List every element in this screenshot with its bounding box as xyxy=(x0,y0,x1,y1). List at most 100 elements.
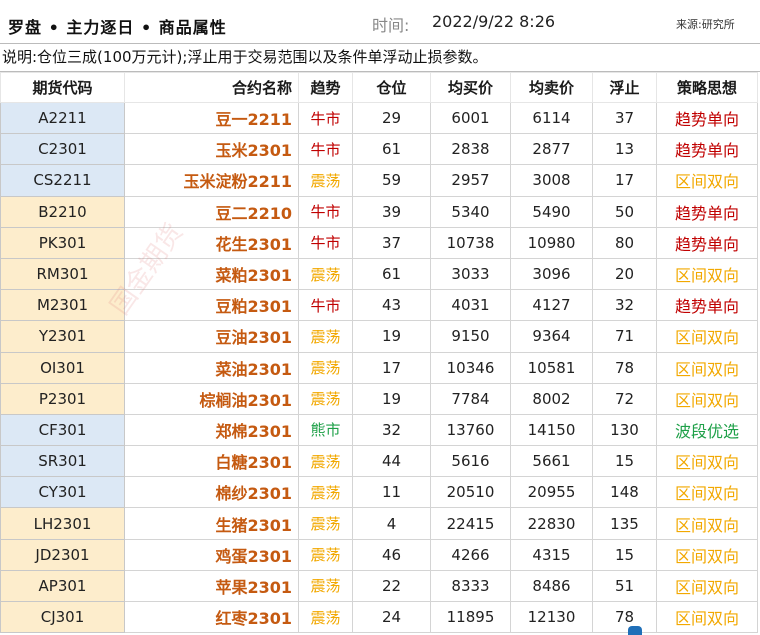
strategy-cell: 趋势单向 xyxy=(656,195,758,228)
col-header-code: 期货代码 xyxy=(0,72,125,103)
avg-buy-cell: 10346 xyxy=(430,351,511,384)
float-stop-cell: 13 xyxy=(592,133,657,166)
avg-buy-cell: 3033 xyxy=(430,257,511,291)
futures-table: 期货代码 合约名称 趋势 仓位 均买价 均卖价 浮止 策略思想 A2211 豆一2… xyxy=(0,72,758,634)
avg-sell-cell: 10581 xyxy=(510,351,593,384)
trend-cell: 震荡 xyxy=(298,476,353,509)
position-cell: 61 xyxy=(352,257,431,291)
table-row: PK301 花生2301 牛市 37 10738 10980 80 趋势单向 xyxy=(0,226,758,259)
trend-cell: 震荡 xyxy=(298,569,353,603)
avg-buy-cell: 6001 xyxy=(430,101,511,135)
contract-name-cell: 豆一2211 xyxy=(124,101,299,135)
contract-name-cell: 白糖2301 xyxy=(124,445,299,478)
trend-cell: 震荡 xyxy=(298,382,353,415)
position-cell: 4 xyxy=(352,507,431,540)
code-cell: CS2211 xyxy=(0,164,125,197)
avg-sell-cell: 14150 xyxy=(510,413,593,447)
avg-buy-cell: 9150 xyxy=(430,320,511,353)
col-header-strategy: 策略思想 xyxy=(656,72,758,103)
avg-sell-cell: 12130 xyxy=(510,600,593,634)
avg-buy-cell: 2957 xyxy=(430,164,511,197)
col-header-float-stop: 浮止 xyxy=(592,72,657,103)
position-cell: 39 xyxy=(352,195,431,228)
code-cell: Y2301 xyxy=(0,320,125,353)
trend-cell: 牛市 xyxy=(298,195,353,228)
avg-sell-cell: 10980 xyxy=(510,226,593,259)
position-cell: 24 xyxy=(352,600,431,634)
float-stop-cell: 15 xyxy=(592,445,657,478)
sheet-header: 罗盘 • 主力逐日 • 商品属性 时间: 2022/9/22 8:26 来源:研… xyxy=(0,0,760,44)
contract-name-cell: 菜粕2301 xyxy=(124,257,299,291)
table-row: Y2301 豆油2301 震荡 19 9150 9364 71 区间双向 xyxy=(0,320,758,353)
table-row: JD2301 鸡蛋2301 震荡 46 4266 4315 15 区间双向 xyxy=(0,538,758,571)
trend-cell: 牛市 xyxy=(298,289,353,322)
code-cell: PK301 xyxy=(0,226,125,259)
float-stop-cell: 20 xyxy=(592,257,657,291)
header-divider xyxy=(0,43,760,44)
code-cell: B2210 xyxy=(0,195,125,228)
code-cell: AP301 xyxy=(0,569,125,603)
source-label: 来源:研究所 xyxy=(676,18,735,31)
table-row: P2301 棕榈油2301 震荡 19 7784 8002 72 区间双向 xyxy=(0,382,758,415)
contract-name-cell: 豆二2210 xyxy=(124,195,299,228)
position-cell: 37 xyxy=(352,226,431,259)
avg-sell-cell: 5661 xyxy=(510,445,593,478)
float-stop-cell: 17 xyxy=(592,164,657,197)
table-header-row: 期货代码 合约名称 趋势 仓位 均买价 均卖价 浮止 策略思想 xyxy=(0,72,758,103)
avg-buy-cell: 11895 xyxy=(430,600,511,634)
position-cell: 61 xyxy=(352,133,431,166)
avg-sell-cell: 6114 xyxy=(510,101,593,135)
contract-name-cell: 豆油2301 xyxy=(124,320,299,353)
trend-cell: 震荡 xyxy=(298,538,353,571)
strategy-cell: 区间双向 xyxy=(656,538,758,571)
float-stop-cell: 130 xyxy=(592,413,657,447)
avg-buy-cell: 20510 xyxy=(430,476,511,509)
table-row: OI301 菜油2301 震荡 17 10346 10581 78 区间双向 xyxy=(0,351,758,384)
strategy-cell: 区间双向 xyxy=(656,507,758,540)
position-cell: 46 xyxy=(352,538,431,571)
avg-buy-cell: 5340 xyxy=(430,195,511,228)
position-cell: 19 xyxy=(352,382,431,415)
avg-sell-cell: 20955 xyxy=(510,476,593,509)
strategy-cell: 区间双向 xyxy=(656,382,758,415)
strategy-cell: 趋势单向 xyxy=(656,289,758,322)
table-row: AP301 苹果2301 震荡 22 8333 8486 51 区间双向 xyxy=(0,569,758,603)
strategy-cell: 区间双向 xyxy=(656,600,758,634)
position-cell: 17 xyxy=(352,351,431,384)
time-value: 2022/9/22 8:26 xyxy=(432,12,556,31)
table-row: RM301 菜粕2301 震荡 61 3033 3096 20 区间双向 xyxy=(0,257,758,291)
strategy-cell: 波段优选 xyxy=(656,413,758,447)
col-header-avg-sell: 均卖价 xyxy=(510,72,593,103)
avg-sell-cell: 4127 xyxy=(510,289,593,322)
contract-name-cell: 花生2301 xyxy=(124,226,299,259)
avg-buy-cell: 13760 xyxy=(430,413,511,447)
strategy-cell: 区间双向 xyxy=(656,164,758,197)
strategy-cell: 区间双向 xyxy=(656,320,758,353)
contract-name-cell: 苹果2301 xyxy=(124,569,299,603)
position-cell: 59 xyxy=(352,164,431,197)
strategy-cell: 区间双向 xyxy=(656,569,758,603)
code-cell: CY301 xyxy=(0,476,125,509)
trend-cell: 震荡 xyxy=(298,320,353,353)
table-row: CF301 郑棉2301 熊市 32 13760 14150 130 波段优选 xyxy=(0,413,758,447)
float-stop-cell: 72 xyxy=(592,382,657,415)
trend-cell: 震荡 xyxy=(298,507,353,540)
table-row: M2301 豆粕2301 牛市 43 4031 4127 32 趋势单向 xyxy=(0,289,758,322)
contract-name-cell: 红枣2301 xyxy=(124,600,299,634)
strategy-cell: 趋势单向 xyxy=(656,226,758,259)
avg-buy-cell: 22415 xyxy=(430,507,511,540)
float-stop-cell: 71 xyxy=(592,320,657,353)
contract-name-cell: 玉米淀粉2211 xyxy=(124,164,299,197)
avg-sell-cell: 8486 xyxy=(510,569,593,603)
strategy-cell: 区间双向 xyxy=(656,445,758,478)
position-cell: 43 xyxy=(352,289,431,322)
avg-buy-cell: 10738 xyxy=(430,226,511,259)
position-cell: 32 xyxy=(352,413,431,447)
table-row: CY301 棉纱2301 震荡 11 20510 20955 148 区间双向 xyxy=(0,476,758,509)
code-cell: SR301 xyxy=(0,445,125,478)
trend-cell: 熊市 xyxy=(298,413,353,447)
avg-buy-cell: 7784 xyxy=(430,382,511,415)
table-row: CJ301 红枣2301 震荡 24 11895 12130 78 区间双向 xyxy=(0,600,758,634)
code-cell: C2301 xyxy=(0,133,125,166)
code-cell: LH2301 xyxy=(0,507,125,540)
